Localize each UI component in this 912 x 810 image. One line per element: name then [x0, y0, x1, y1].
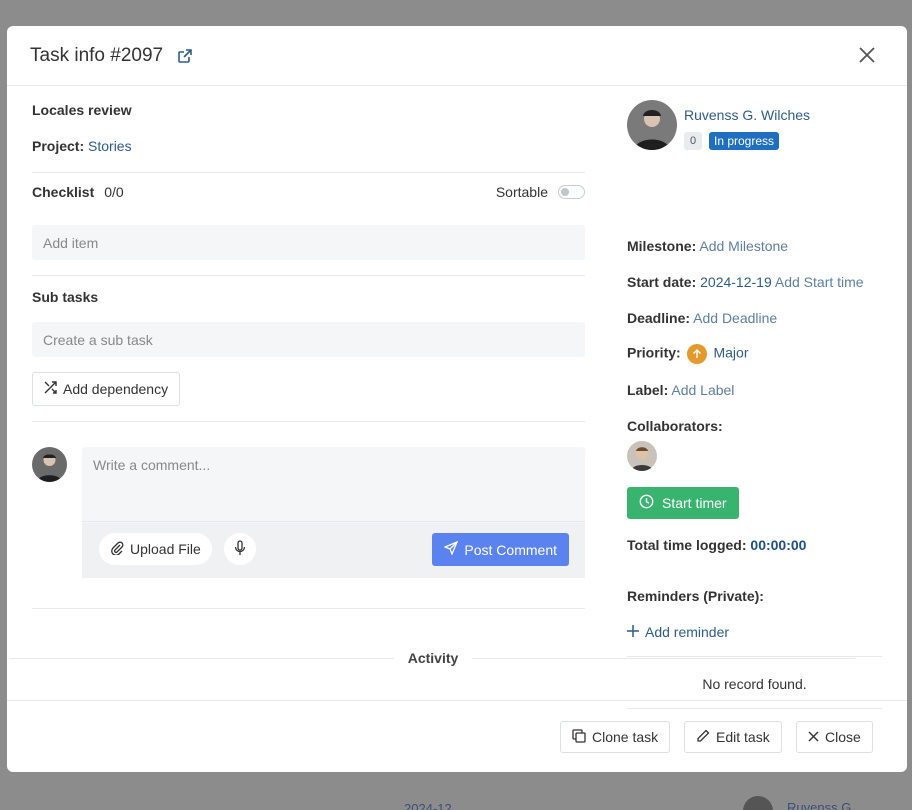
background-user: Ruvenss G. — [787, 800, 855, 810]
total-time-label: Total time logged: — [627, 537, 747, 553]
background-date: 2024-12 — [404, 801, 452, 810]
edit-task-button[interactable]: Edit task — [684, 721, 782, 753]
modal-title: Task info #2097 — [30, 44, 164, 66]
add-deadline-link[interactable]: Add Deadline — [693, 310, 777, 326]
arrow-up-icon — [686, 344, 707, 364]
modal-footer: Clone task Edit task Close — [7, 700, 907, 772]
sortable-control: Sortable — [496, 184, 585, 200]
activity-divider: Activity — [10, 650, 857, 666]
add-item-input[interactable]: Add item — [32, 225, 585, 260]
close-label: Close — [825, 729, 861, 745]
start-date-value[interactable]: 2024-12-19 — [700, 274, 772, 290]
modal-body: Locales review Project: Stories Checklis… — [7, 86, 907, 709]
collaborators-label-text: Collaborators: — [627, 418, 723, 434]
activity-label: Activity — [407, 650, 459, 666]
checklist-label: Checklist — [32, 184, 95, 200]
post-comment-label: Post Comment — [464, 541, 557, 558]
priority-label: Priority: — [627, 344, 681, 361]
close-icon[interactable] — [857, 45, 877, 65]
task-title: Locales review — [32, 102, 132, 118]
divider — [32, 275, 585, 276]
reminders-label: Reminders (Private): — [627, 588, 764, 604]
checklist-header: Checklist 0/0 Sortable — [32, 184, 585, 200]
comment-box: Write a comment... Upload File Post Comm… — [82, 447, 585, 578]
add-dependency-button[interactable]: Add dependency — [32, 372, 181, 406]
collaborator-avatar[interactable] — [627, 441, 657, 471]
send-icon — [443, 540, 459, 558]
paperclip-icon — [110, 541, 124, 558]
priority-value[interactable]: Major — [713, 345, 748, 361]
task-info-modal: Task info #2097 Locales review Project: … — [7, 26, 907, 772]
add-reminder-button[interactable]: Add reminder — [627, 624, 729, 640]
avatar — [627, 100, 677, 150]
post-comment-button[interactable]: Post Comment — [432, 533, 569, 566]
microphone-button[interactable] — [224, 533, 256, 565]
activity-line-right — [472, 657, 857, 659]
microphone-icon — [233, 539, 247, 559]
start-timer-label: Start timer — [662, 495, 727, 511]
external-link-icon[interactable] — [177, 48, 193, 64]
add-label-link[interactable]: Add Label — [671, 382, 734, 398]
deadline-label: Deadline: — [627, 310, 691, 326]
status-badge: In progress — [709, 132, 780, 150]
add-start-time-link[interactable]: Add Start time — [775, 274, 864, 290]
activity-line-left — [10, 657, 394, 659]
checklist-count: 0/0 — [104, 184, 124, 200]
start-timer-button[interactable]: Start timer — [627, 487, 739, 519]
assignee-name[interactable]: Ruvenss G. Wilches — [684, 107, 810, 123]
clone-task-button[interactable]: Clone task — [560, 721, 671, 753]
collaborators-label: Collaborators: — [627, 418, 723, 434]
close-button[interactable]: Close — [796, 721, 873, 753]
no-record-text: No record found. — [702, 676, 807, 692]
sortable-toggle[interactable] — [558, 185, 585, 199]
total-time-logged: Total time logged: 00:00:00 — [627, 537, 806, 553]
add-milestone-link[interactable]: Add Milestone — [699, 238, 788, 254]
count-badge: 0 — [684, 132, 702, 150]
comment-input[interactable]: Write a comment... — [82, 447, 585, 522]
start-date-row: Start date: 2024-12-19 Add Start time — [627, 274, 864, 290]
add-dependency-label: Add dependency — [63, 381, 169, 397]
subtask-input[interactable]: Create a sub task — [32, 322, 585, 357]
upload-file-label: Upload File — [130, 541, 201, 557]
comment-actions: Upload File Post Comment — [82, 523, 585, 578]
plus-icon — [627, 624, 639, 640]
avatar — [32, 447, 67, 482]
divider — [32, 172, 585, 173]
label-label: Label: — [627, 382, 669, 398]
divider — [32, 608, 585, 609]
subtasks-label: Sub tasks — [32, 289, 99, 305]
project-line: Project: Stories — [32, 138, 132, 154]
clone-task-label: Clone task — [592, 729, 659, 745]
upload-file-button[interactable]: Upload File — [99, 533, 212, 565]
milestone-label: Milestone: — [627, 238, 697, 254]
label-row: Label: Add Label — [627, 382, 734, 398]
deadline-row: Deadline: Add Deadline — [627, 310, 777, 326]
edit-task-label: Edit task — [716, 729, 770, 745]
close-icon — [808, 729, 819, 745]
milestone-row: Milestone: Add Milestone — [627, 238, 788, 254]
pencil-icon — [696, 729, 710, 746]
divider — [627, 656, 882, 657]
priority-row: Priority: Major — [627, 344, 748, 364]
start-date-label: Start date: — [627, 274, 697, 290]
divider — [32, 421, 585, 422]
total-time-value: 00:00:00 — [750, 537, 807, 553]
sortable-label: Sortable — [495, 184, 548, 200]
clock-icon — [639, 494, 654, 512]
project-link[interactable]: Stories — [88, 138, 132, 154]
modal-header: Task info #2097 — [7, 26, 907, 86]
add-reminder-label: Add reminder — [645, 624, 730, 640]
project-label: Project: — [32, 138, 85, 154]
shuffle-icon — [44, 380, 58, 398]
copy-icon — [572, 728, 586, 746]
